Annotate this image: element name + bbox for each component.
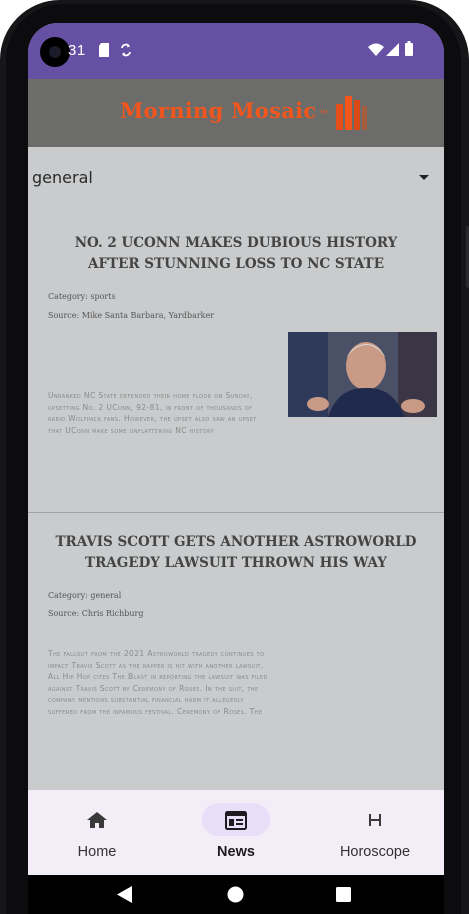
nav-item-horoscope[interactable]: Horoscope [306,790,444,875]
nav-label-news: News [217,844,255,860]
newspaper-icon [225,811,247,830]
app-header: Morning Mosaic TM [28,79,444,147]
article-thumbnail[interactable] [288,332,437,417]
article-source: Source: Chris Richburg [48,609,144,618]
article-photo [288,332,437,417]
article-category: Category: sports [48,292,116,301]
nav-label-home: Home [77,844,117,860]
battery-icon [405,41,413,56]
article-title[interactable]: NO. 2 UCONN MAKES DUBIOUS HISTORY AFTER … [48,233,424,275]
bottom-navigation: Home News Horoscope [28,790,444,875]
wifi-icon [368,43,384,56]
front-camera [40,37,70,67]
system-navigation-bar [28,875,444,914]
article-category: Category: general [48,591,122,600]
sync-icon [121,43,131,57]
article-summary: Unranked NC State defended their home fl… [48,391,257,435]
logo-bars-icon [336,96,367,130]
nav-item-news[interactable]: News [167,790,305,875]
status-time: 31 [68,42,86,59]
nav-item-home[interactable]: Home [28,790,166,875]
back-icon[interactable] [117,886,133,903]
nav-label-horoscope: Horoscope [339,844,411,860]
recents-icon[interactable] [336,887,351,902]
sd-card-icon [99,43,109,57]
home-circle-icon[interactable] [227,886,244,903]
app-logo: Morning Mosaic [120,98,317,123]
article-card[interactable]: TRAVIS SCOTT GETS ANOTHER ASTROWORLD TRA… [28,513,444,790]
article-title[interactable]: TRAVIS SCOTT GETS ANOTHER ASTROWORLD TRA… [48,532,424,574]
article-card[interactable]: NO. 2 UCONN MAKES DUBIOUS HISTORY AFTER … [28,209,444,512]
home-icon [87,812,107,828]
category-selected-value: general [32,168,93,187]
dropdown-arrow-icon[interactable] [419,175,429,180]
logo-trademark: TM [320,110,328,116]
article-source: Source: Mike Santa Barbara, Yardbarker [48,311,215,320]
article-summary: The fallout from the 2021 Astroworld tra… [48,649,268,716]
status-bar: 31 [28,23,444,79]
category-dropdown[interactable]: general [28,147,444,209]
h-letter-icon [369,814,381,826]
app-screen: 31 Morning Mosaic TM general NO. 2 UCONN… [28,23,444,875]
signal-icon [386,43,399,56]
